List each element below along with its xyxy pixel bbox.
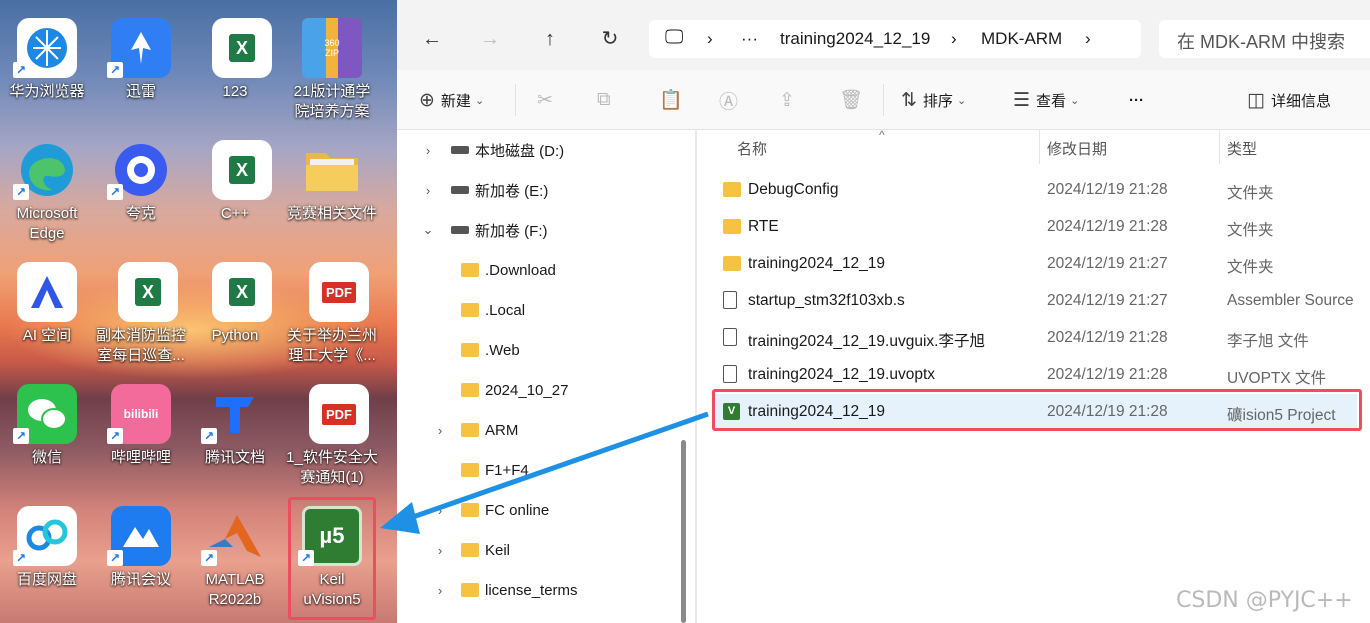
annotation-arrow <box>380 411 709 534</box>
watermark: CSDN @PYJC++ <box>1176 588 1353 613</box>
